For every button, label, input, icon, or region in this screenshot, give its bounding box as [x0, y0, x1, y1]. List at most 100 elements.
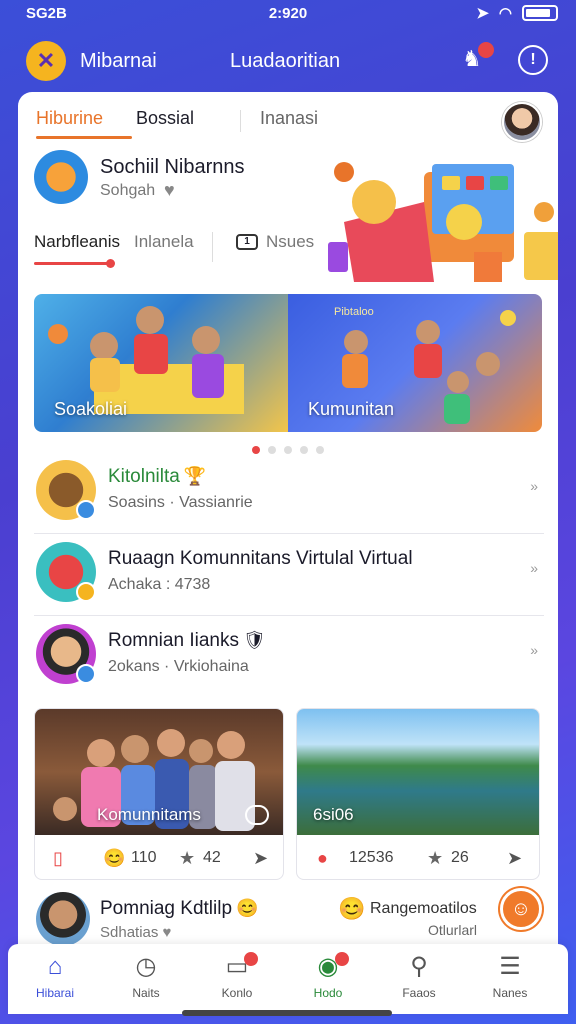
list-item-title: Pomniag Kdtlilp 😊 — [100, 898, 259, 919]
banner-slide-2[interactable]: Pibtaloo Kumunitan — [288, 294, 542, 432]
home-icon: ⌂ — [47, 953, 63, 980]
nav-item-naits[interactable]: ◷ Naits — [101, 952, 191, 1000]
extra-subtitle: Otlurlarl — [428, 922, 478, 938]
media-image-lake: 6si06 — [297, 709, 539, 835]
list-item[interactable]: Romnian Iianks 🛡 2okans · Vrkiohaina » — [34, 616, 544, 698]
subtab-underline — [34, 262, 112, 265]
profile-avatar[interactable] — [502, 102, 542, 142]
verified-badge-icon — [76, 664, 96, 684]
subtab-nsues[interactable]: Nsues — [266, 232, 314, 252]
banner-label-1: Soakoliai — [54, 399, 128, 419]
list-item-subtitle: 2okans · Vrkiohaina — [108, 658, 249, 675]
nav-label: Naits — [132, 986, 160, 1000]
chat-bubble-icon[interactable]: ● — [317, 848, 328, 869]
shield-icon: 🛡 — [242, 630, 266, 650]
smile-icon: 😊 — [338, 896, 366, 921]
chevron-right-icon[interactable]: » — [530, 478, 538, 494]
list-item[interactable]: Kitolnilta 🏆 Soasins · Vassianrie » — [34, 452, 544, 534]
feature-title[interactable]: Sochiil Nibarnns — [100, 156, 245, 179]
banner-carousel[interactable]: Soakoliai Pibtaloo Kumunitan — [34, 294, 542, 432]
status-bar: SG2B 2:920 ➤ ◠ — [0, 0, 576, 28]
app-logo-icon[interactable]: ✕ — [26, 41, 66, 81]
list-item[interactable]: Ruaagn Komunnitans Virtulal Virtual Acha… — [34, 534, 544, 616]
trophy-icon: 🏆 — [183, 466, 207, 486]
search-icon: ⚲ — [410, 953, 428, 980]
nav-label: Faaos — [402, 986, 436, 1000]
media-image-people: Komunnitams — [35, 709, 283, 835]
menu-icon: ☰ — [499, 953, 521, 980]
list-item-title: Kitolnilta 🏆 — [108, 466, 207, 487]
star-icon[interactable]: ★ — [427, 848, 443, 869]
nav-label: Nanes — [492, 986, 528, 1000]
chevron-right-icon[interactable]: » — [530, 560, 538, 576]
banner-label-2: Kumunitan — [308, 399, 395, 419]
feature-section: Sochiil Nibarnns Sohgah ♥ Narbfleanis In… — [34, 150, 558, 290]
share-icon[interactable]: ➤ — [253, 848, 268, 869]
bottom-nav: ⌂ Hibarai ◷ Naits ▭ Konlo ◉ Hodo ⚲ Faaos… — [8, 944, 568, 1014]
nav-item-faaos[interactable]: ⚲ Faaos — [374, 952, 464, 1000]
banner-badge: Pibtaloo — [334, 306, 374, 318]
media-card[interactable]: Komunnitams ▯ 😊 110 ★ 42 ➤ — [34, 708, 284, 880]
stat-stars: 26 — [451, 849, 469, 866]
wifi-icon: ◠ — [498, 5, 512, 22]
status-icons: ➤ ◠ — [476, 4, 558, 22]
app-title: Mibarnai — [80, 50, 157, 72]
smile-icon: 😊 — [236, 898, 259, 918]
header-center-title: Luadaoritian — [230, 50, 341, 72]
subtab-inlanela[interactable]: Inlanela — [134, 232, 194, 252]
notification-dot — [244, 952, 258, 966]
app-bar: ✕ Mibarnai Luadaoritian ♞ ! — [0, 38, 576, 86]
map-pin-icon: ◉ — [283, 952, 373, 982]
stat-stars: 42 — [203, 849, 221, 866]
chevron-right-icon[interactable]: » — [530, 642, 538, 658]
subtab-divider — [212, 232, 213, 262]
feature-subtabs: Narbfleanis Inlanela 1 Nsues — [34, 232, 334, 272]
share-icon[interactable]: ➤ — [507, 848, 522, 869]
notes-icon[interactable]: 1 — [236, 234, 258, 250]
location-icon: ➤ — [476, 5, 489, 22]
notification-dot — [335, 952, 349, 966]
stat-reactions: 110 — [131, 849, 157, 866]
media-meta: ● 12536 ★ 26 ➤ — [297, 835, 539, 879]
tab-bossial[interactable]: Bossial — [136, 108, 194, 129]
main-card: Hiburine Bossial Inanasi Sochiil Nibarnn… — [18, 92, 558, 972]
heart-icon[interactable]: ♥ — [164, 180, 175, 201]
nav-item-konlo[interactable]: ▭ Konlo — [192, 952, 282, 1000]
tab-divider — [240, 110, 241, 132]
floating-action-button[interactable]: ☺ — [500, 888, 542, 930]
badge-icon — [76, 582, 96, 602]
home-indicator[interactable] — [182, 1010, 392, 1016]
battery-icon — [522, 5, 558, 21]
tab-hiburine[interactable]: Hiburine — [36, 108, 103, 129]
nav-label: Hodo — [313, 986, 343, 1000]
tab-inanasi[interactable]: Inanasi — [260, 108, 318, 129]
media-card[interactable]: 6si06 ● 12536 ★ 26 ➤ — [296, 708, 540, 880]
media-grid: Komunnitams ▯ 😊 110 ★ 42 ➤ 6si06 ● 12536… — [34, 708, 544, 880]
media-label: Komunnitams — [97, 805, 201, 824]
inbox-icon: ▭ — [192, 952, 282, 982]
extra-title: Rangemoatilos — [370, 900, 477, 917]
stat-comments: 12536 — [349, 849, 394, 866]
notification-badge — [478, 42, 494, 58]
nav-item-home[interactable]: ⌂ Hibarai — [10, 952, 100, 1000]
heart-icon: ♥ — [162, 924, 172, 941]
feature-illustration — [328, 162, 558, 282]
clock-icon: ◷ — [135, 953, 157, 980]
subtab-indicator-dot — [106, 259, 115, 268]
phone-icon[interactable]: ▯ — [53, 848, 63, 869]
notification-icon[interactable]: ♞ — [462, 42, 494, 76]
nav-item-nanes[interactable]: ☰ Nanes — [465, 952, 555, 1000]
star-icon[interactable]: ★ — [179, 848, 195, 869]
chat-icon[interactable] — [245, 805, 269, 825]
nav-item-hodo[interactable]: ◉ Hodo — [283, 952, 373, 1000]
media-meta: ▯ 😊 110 ★ 42 ➤ — [35, 835, 283, 879]
subtab-narbfleanis[interactable]: Narbfleanis — [34, 232, 120, 252]
list-item-subtitle: Achaka : 4738 — [108, 576, 211, 593]
smile-icon[interactable]: 😊 — [103, 848, 125, 869]
list-item-title: Ruaagn Komunnitans Virtulal Virtual — [108, 548, 413, 569]
feature-icon — [34, 150, 88, 204]
banner-slide-1[interactable]: Soakoliai — [34, 294, 288, 432]
info-icon[interactable]: ! — [518, 45, 548, 75]
top-tabs: Hiburine Bossial Inanasi — [36, 106, 536, 139]
list-item-subtitle: Soasins · Vassianrie — [108, 494, 253, 511]
